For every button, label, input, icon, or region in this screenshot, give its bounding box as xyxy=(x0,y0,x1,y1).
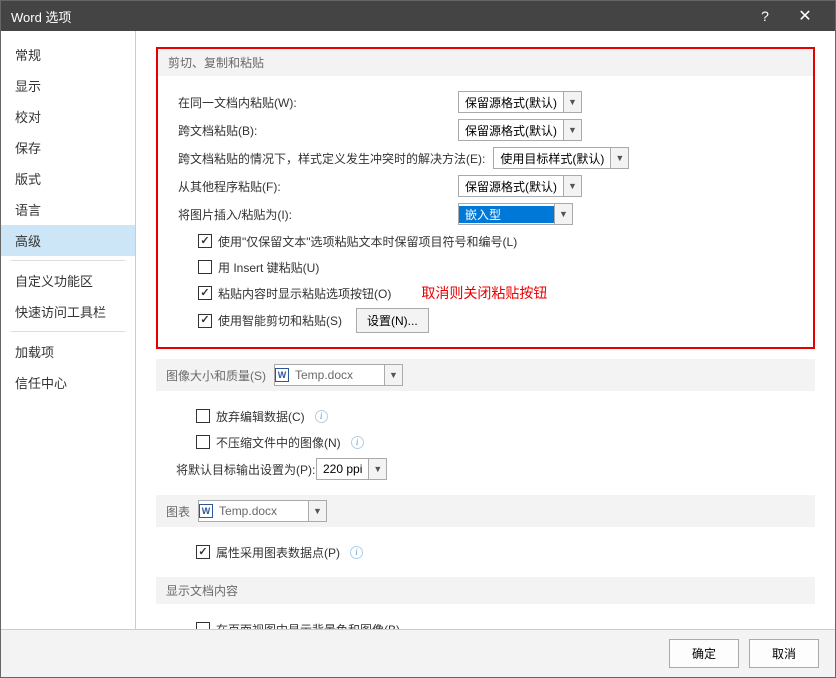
combo-paste-between[interactable]: 保留源格式(默认)▼ xyxy=(458,119,582,141)
sidebar-item[interactable]: 加载项 xyxy=(1,336,135,367)
chevron-down-icon: ▼ xyxy=(554,204,572,224)
label-no-compress: 不压缩文件中的图像(N) xyxy=(216,434,341,451)
chevron-down-icon: ▼ xyxy=(308,501,326,521)
sidebar-item[interactable]: 显示 xyxy=(1,70,135,101)
word-doc-icon: W xyxy=(275,368,289,382)
sidebar-item[interactable]: 常规 xyxy=(1,39,135,70)
combo-paste-same[interactable]: 保留源格式(默认)▼ xyxy=(458,91,582,113)
chevron-down-icon: ▼ xyxy=(563,92,581,112)
label-chart-datapoints: 属性采用图表数据点(P) xyxy=(216,544,340,561)
label-keep-bullets: 使用"仅保留文本"选项粘贴文本时保留项目符号和编号(L) xyxy=(218,233,517,250)
label-paste-conflict: 跨文档粘贴的情况下，样式定义发生冲突时的解决方法(E): xyxy=(178,150,485,167)
combo-chart-doc[interactable]: WTemp.docx▼ xyxy=(198,500,327,522)
sidebar-item[interactable]: 语言 xyxy=(1,194,135,225)
sidebar-item[interactable]: 版式 xyxy=(1,163,135,194)
sidebar-separator xyxy=(11,331,125,332)
checkbox-show-paste-btn[interactable] xyxy=(198,286,212,300)
cancel-button[interactable]: 取消 xyxy=(749,639,819,668)
dialog-footer: 确定 取消 xyxy=(1,629,835,677)
label-paste-same: 在同一文档内粘贴(W): xyxy=(178,94,458,111)
label-discard-edit: 放弃编辑数据(C) xyxy=(216,408,305,425)
label-insert-key: 用 Insert 键粘贴(U) xyxy=(218,259,319,276)
checkbox-discard-edit[interactable] xyxy=(196,409,210,423)
highlight-box: 剪切、复制和粘贴 在同一文档内粘贴(W): 保留源格式(默认)▼ 跨文档粘贴(B… xyxy=(156,47,815,349)
checkbox-show-bg[interactable] xyxy=(196,622,210,629)
sidebar-item[interactable]: 信任中心 xyxy=(1,367,135,398)
sidebar-item[interactable]: 校对 xyxy=(1,101,135,132)
sidebar: 常规显示校对保存版式语言高级自定义功能区快速访问工具栏加载项信任中心 xyxy=(1,31,136,629)
section-cut-copy-paste: 剪切、复制和粘贴 xyxy=(158,49,813,76)
sidebar-item[interactable]: 自定义功能区 xyxy=(1,265,135,296)
checkbox-smart-cut[interactable] xyxy=(198,314,212,328)
label-paste-other: 从其他程序粘贴(F): xyxy=(178,178,458,195)
ok-button[interactable]: 确定 xyxy=(669,639,739,668)
sidebar-separator xyxy=(11,260,125,261)
titlebar: Word 选项 ? ✕ xyxy=(1,1,835,31)
settings-button[interactable]: 设置(N)... xyxy=(356,308,429,333)
label-insert-pic: 将图片插入/粘贴为(I): xyxy=(178,206,458,223)
combo-paste-other[interactable]: 保留源格式(默认)▼ xyxy=(458,175,582,197)
section-image-quality: 图像大小和质量(S) WTemp.docx▼ xyxy=(156,359,815,391)
checkbox-insert-key[interactable] xyxy=(198,260,212,274)
info-icon[interactable]: i xyxy=(351,436,364,449)
info-icon[interactable]: i xyxy=(315,410,328,423)
chevron-down-icon: ▼ xyxy=(368,459,386,479)
sidebar-item[interactable]: 快速访问工具栏 xyxy=(1,296,135,327)
label-show-paste-btn: 粘贴内容时显示粘贴选项按钮(O) xyxy=(218,285,391,302)
annotation-text: 取消则关闭粘贴按钮 xyxy=(421,283,547,303)
section-chart: 图表 WTemp.docx▼ xyxy=(156,495,815,527)
combo-paste-conflict[interactable]: 使用目标样式(默认)▼ xyxy=(493,147,629,169)
combo-image-quality-doc[interactable]: WTemp.docx▼ xyxy=(274,364,403,386)
chevron-down-icon: ▼ xyxy=(384,365,402,385)
combo-default-res[interactable]: 220 ppi▼ xyxy=(316,458,387,480)
section-show-doc: 显示文档内容 xyxy=(156,577,815,604)
info-icon[interactable]: i xyxy=(350,546,363,559)
help-button[interactable]: ? xyxy=(745,1,785,31)
sidebar-item[interactable]: 保存 xyxy=(1,132,135,163)
label-paste-between: 跨文档粘贴(B): xyxy=(178,122,458,139)
checkbox-keep-bullets[interactable] xyxy=(198,234,212,248)
word-doc-icon: W xyxy=(199,504,213,518)
chevron-down-icon: ▼ xyxy=(563,176,581,196)
label-default-res: 将默认目标输出设置为(P): xyxy=(176,461,316,478)
dialog-title: Word 选项 xyxy=(11,7,745,26)
sidebar-item[interactable]: 高级 xyxy=(1,225,135,256)
label-smart-cut: 使用智能剪切和粘贴(S) xyxy=(218,312,342,329)
label-show-bg: 在页面视图中显示背景色和图像(B) xyxy=(216,621,400,630)
close-button[interactable]: ✕ xyxy=(785,1,825,31)
combo-insert-pic[interactable]: 嵌入型▼ xyxy=(458,203,573,225)
chevron-down-icon: ▼ xyxy=(610,148,628,168)
checkbox-no-compress[interactable] xyxy=(196,435,210,449)
content-pane: 剪切、复制和粘贴 在同一文档内粘贴(W): 保留源格式(默认)▼ 跨文档粘贴(B… xyxy=(136,31,835,629)
chevron-down-icon: ▼ xyxy=(563,120,581,140)
checkbox-chart-datapoints[interactable] xyxy=(196,545,210,559)
